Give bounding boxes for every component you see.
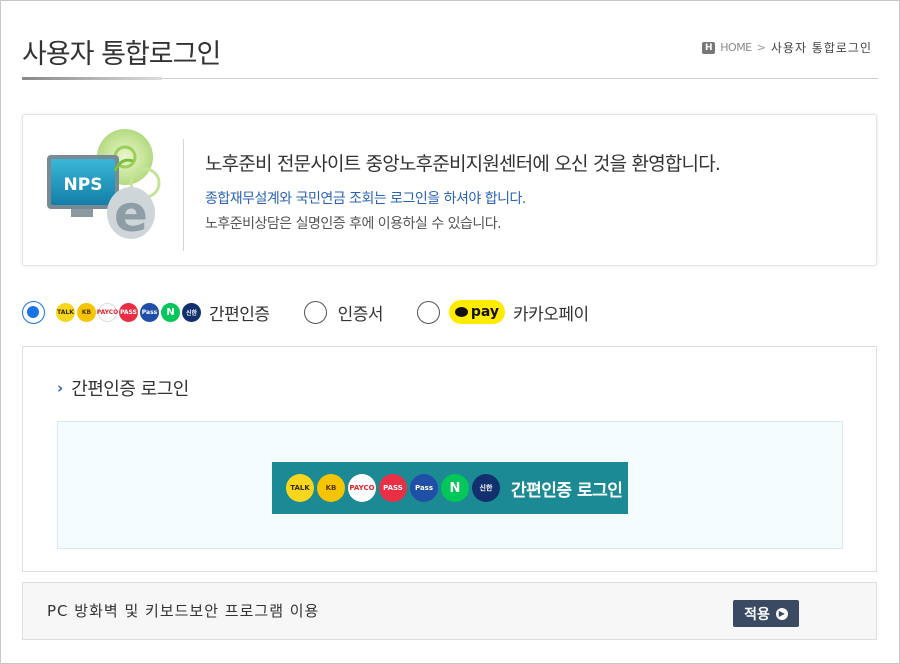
panel-heading: › 간편인증 로그인: [57, 375, 189, 401]
easy-auth-login-panel: › 간편인증 로그인 TALK KB PAYCO PASS Pass N 신한 …: [22, 346, 877, 572]
samsung-pass-icon: Pass: [140, 302, 159, 322]
svg-text:e: e: [114, 185, 148, 243]
samsung-pass-icon: Pass: [410, 474, 438, 502]
pc-security-text: PC 방화벽 및 키보드보안 프로그램 이용: [47, 602, 320, 620]
payco-icon: PAYCO: [97, 302, 118, 322]
home-icon[interactable]: H: [702, 41, 716, 54]
radio-easy-auth[interactable]: [22, 300, 45, 324]
payco-icon: PAYCO: [348, 474, 376, 502]
naver-icon: N: [161, 302, 180, 322]
shinhan-icon: 신한: [472, 474, 500, 502]
kakaopay-badge-icon: pay: [448, 300, 505, 324]
easy-auth-login-button[interactable]: TALK KB PAYCO PASS Pass N 신한 간편인증 로그인: [272, 462, 628, 514]
kakaotalk-icon: TALK: [286, 474, 314, 502]
chevron-right-icon: ›: [57, 379, 64, 397]
speech-bubble-icon: [454, 307, 468, 317]
breadcrumb-current: 사용자 통합로그인: [770, 41, 872, 55]
naver-icon: N: [441, 474, 469, 502]
nps-logo-icon: NPS e: [41, 127, 169, 245]
page-title: 사용자 통합로그인: [22, 39, 221, 70]
svg-text:NPS: NPS: [64, 175, 103, 195]
welcome-title: 노후준비 전문사이트 중앙노후준비지원센터에 오신 것을 환영합니다.: [205, 153, 721, 175]
breadcrumb: H HOME > 사용자 통합로그인: [702, 39, 872, 56]
pc-security-row: PC 방화벽 및 키보드보안 프로그램 이용 적용 ▶: [22, 582, 877, 640]
welcome-divider: [183, 139, 184, 251]
welcome-notice-login: 종합재무설계와 국민연금 조회는 로그인을 하셔야 합니다.: [205, 191, 526, 207]
kakaotalk-icon: TALK: [56, 302, 75, 322]
easy-auth-label[interactable]: 간편인증: [209, 300, 270, 325]
pass-icon: PASS: [119, 302, 138, 322]
easy-auth-brand-strip: TALK KB PAYCO PASS Pass N 신한: [56, 302, 201, 322]
arrow-right-icon: ▶: [775, 607, 788, 620]
apply-button-label: 적용: [744, 606, 770, 623]
panel-heading-text: 간편인증 로그인: [71, 379, 189, 400]
kb-icon: KB: [317, 474, 345, 502]
easy-auth-login-button-label: 간편인증 로그인: [511, 480, 623, 501]
certificate-label[interactable]: 인증서: [338, 300, 384, 325]
apply-button[interactable]: 적용 ▶: [733, 600, 799, 627]
shinhan-icon: 신한: [182, 302, 201, 322]
pass-icon: PASS: [379, 474, 407, 502]
breadcrumb-home-link[interactable]: HOME: [720, 41, 752, 54]
welcome-box: NPS e 노후준비 전문사이트 중앙노후준비지원센터에 오신 것을 환영합니다…: [22, 114, 877, 266]
breadcrumb-separator-icon: >: [756, 41, 766, 54]
easy-auth-button-area: TALK KB PAYCO PASS Pass N 신한 간편인증 로그인: [57, 421, 843, 549]
radio-certificate[interactable]: [303, 300, 327, 324]
title-accent-divider: [22, 77, 162, 80]
radio-kakaopay[interactable]: [416, 300, 440, 324]
kakaopay-badge-text: pay: [470, 304, 500, 320]
kakaopay-label[interactable]: 카카오페이: [513, 300, 589, 325]
auth-method-selector: TALK KB PAYCO PASS Pass N 신한 간편인증 인증서 pa…: [22, 296, 589, 328]
welcome-notice-counsel: 노후준비상담은 실명인증 후에 이용하실 수 있습니다.: [205, 216, 502, 232]
kb-icon: KB: [77, 302, 96, 322]
